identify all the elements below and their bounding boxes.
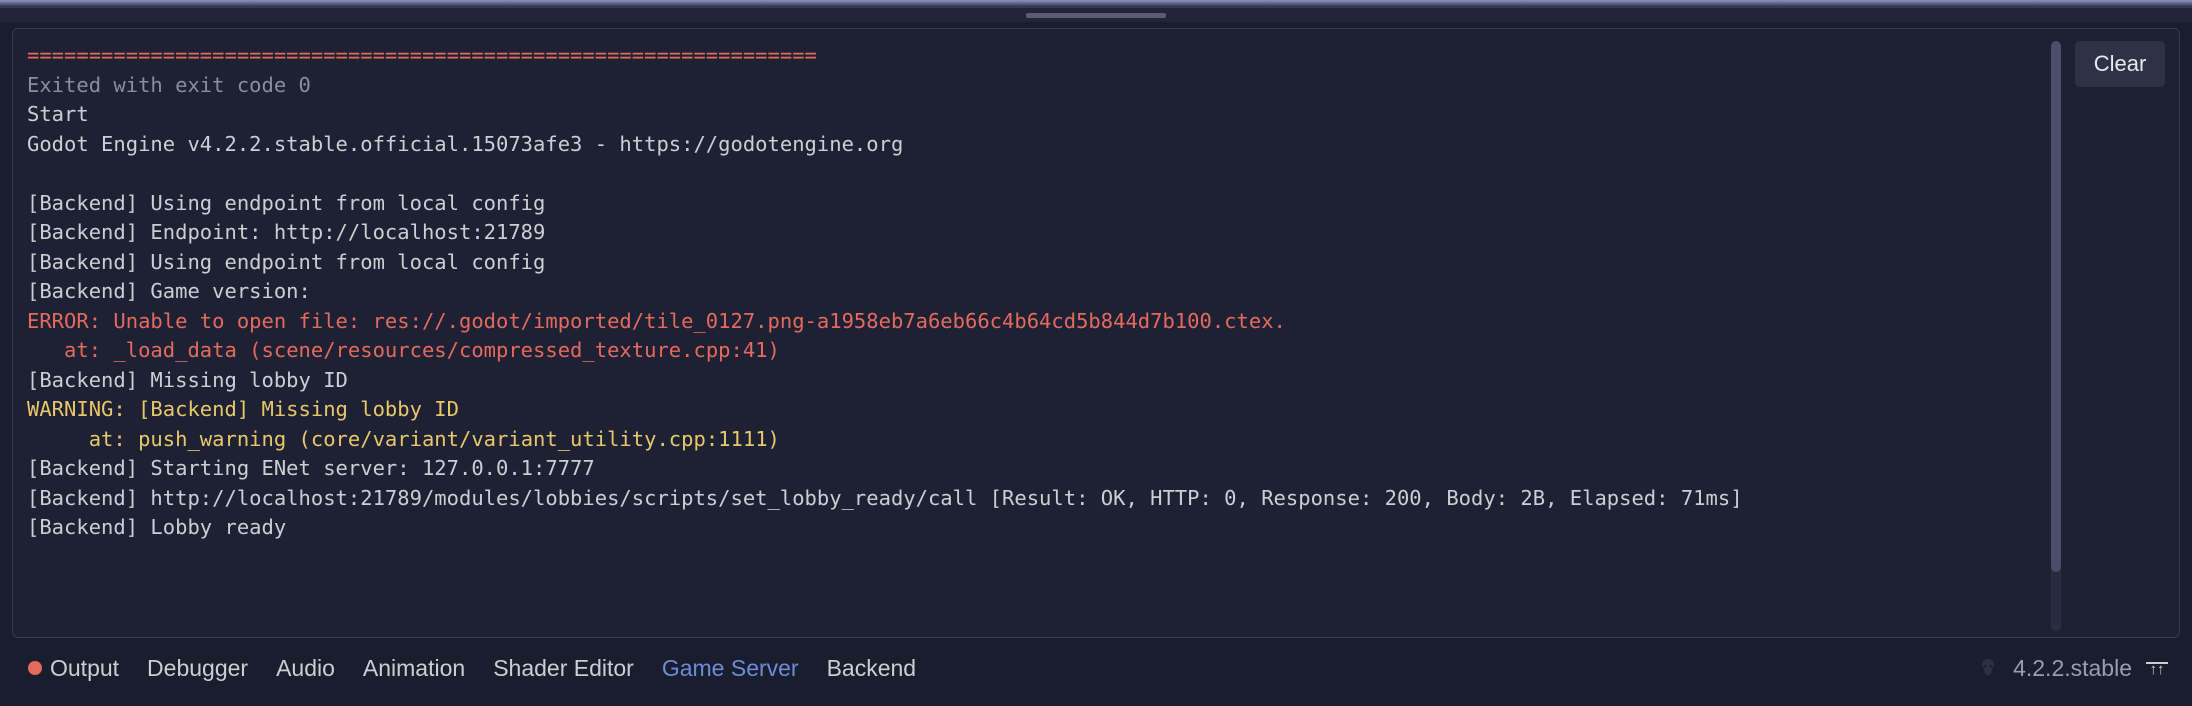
- log-line: [Backend] Missing lobby ID: [27, 368, 348, 392]
- log-error-at: at: _load_data (scene/resources/compress…: [27, 338, 780, 362]
- godot-icon: [1977, 657, 1999, 679]
- log-line: [Backend] Starting ENet server: 127.0.0.…: [27, 456, 595, 480]
- log-line: [Backend] Lobby ready: [27, 515, 286, 539]
- log-line: [Backend] Using endpoint from local conf…: [27, 250, 545, 274]
- console-scrollbar[interactable]: [2051, 41, 2061, 631]
- log-line: [Backend] Endpoint: http://localhost:217…: [27, 220, 545, 244]
- bottom-tabs: Output Debugger Audio Animation Shader E…: [28, 655, 916, 682]
- status-right: 4.2.2.stable ↑↑: [1977, 655, 2168, 682]
- version-label: 4.2.2.stable: [2013, 655, 2132, 682]
- log-line: Godot Engine v4.2.2.stable.official.1507…: [27, 132, 903, 156]
- log-separator: ========================================…: [27, 43, 817, 67]
- tab-shader-editor[interactable]: Shader Editor: [493, 655, 634, 682]
- scrollbar-thumb[interactable]: [2051, 41, 2061, 572]
- log-error: ERROR: Unable to open file: res://.godot…: [27, 309, 1286, 333]
- tab-backend[interactable]: Backend: [827, 655, 917, 682]
- top-border-strip: [0, 0, 2192, 8]
- side-button-column: Clear: [2075, 41, 2165, 631]
- layout-switch-button[interactable]: ↑↑: [2146, 662, 2168, 674]
- tab-audio[interactable]: Audio: [276, 655, 335, 682]
- console-area: ========================================…: [27, 41, 2061, 631]
- output-panel: ========================================…: [12, 28, 2180, 638]
- tab-debugger[interactable]: Debugger: [147, 655, 248, 682]
- log-line: [Backend] http://localhost:21789/modules…: [27, 486, 1743, 510]
- output-indicator-dot: [28, 661, 42, 675]
- log-exit: Exited with exit code 0: [27, 73, 311, 97]
- drag-handle-bar: [1026, 13, 1166, 18]
- log-line: [Backend] Using endpoint from local conf…: [27, 191, 545, 215]
- tab-output[interactable]: Output: [50, 655, 119, 682]
- log-warning-at: at: push_warning (core/variant/variant_u…: [27, 427, 780, 451]
- tab-game-server[interactable]: Game Server: [662, 655, 799, 682]
- log-line: [Backend] Game version:: [27, 279, 311, 303]
- log-warning: WARNING: [Backend] Missing lobby ID: [27, 397, 459, 421]
- bottom-bar: Output Debugger Audio Animation Shader E…: [0, 638, 2192, 698]
- switch-arrows-icon: ↑↑: [2150, 666, 2165, 674]
- tab-animation[interactable]: Animation: [363, 655, 465, 682]
- console-log[interactable]: ========================================…: [27, 41, 2051, 631]
- log-line: Start: [27, 102, 89, 126]
- clear-button[interactable]: Clear: [2075, 41, 2165, 87]
- panel-drag-handle[interactable]: [0, 8, 2192, 22]
